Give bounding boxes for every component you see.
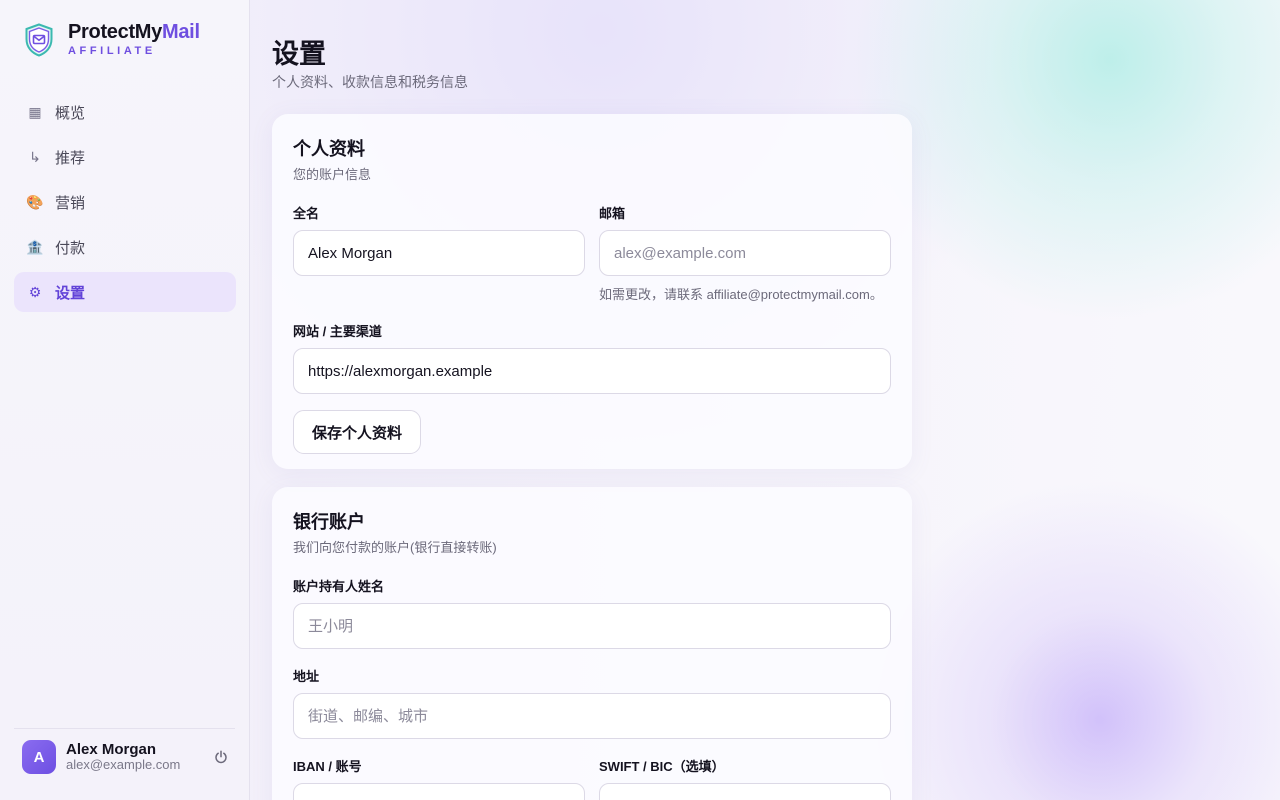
sidebar-item-payouts[interactable]: 🏦 付款 — [14, 227, 236, 267]
sidebar-item-label: 设置 — [55, 284, 86, 302]
page-subtitle: 个人资料、收款信息和税务信息 — [272, 74, 468, 90]
brand-name: ProtectMyMail — [68, 21, 200, 43]
gear-icon: ⚙ — [28, 283, 42, 300]
website-label: 网站 / 主要渠道 — [293, 324, 382, 339]
page-title: 设置 — [272, 39, 326, 69]
account-holder-label: 账户持有人姓名 — [293, 579, 385, 594]
power-icon — [215, 750, 227, 764]
sidebar-item-label: 推荐 — [55, 149, 86, 167]
user-card: A Alex Morgan alex@example.com — [22, 740, 230, 774]
address-label: 地址 — [293, 669, 320, 684]
address-input[interactable] — [293, 693, 891, 739]
full-name-label: 全名 — [293, 206, 320, 221]
bank-icon: 🏦 — [26, 238, 44, 255]
account-holder-input[interactable] — [293, 603, 891, 649]
sidebar-item-marketing[interactable]: 🎨 营销 — [14, 182, 236, 222]
swift-label: SWIFT / BIC（选填） — [599, 759, 725, 774]
return-arrow-icon: ↳ — [29, 148, 41, 165]
shield-mail-icon — [25, 23, 53, 57]
email-input[interactable] — [599, 230, 891, 276]
website-input[interactable] — [293, 348, 891, 394]
palette-icon: 🎨 — [26, 193, 44, 210]
sidebar-item-label: 付款 — [55, 239, 86, 257]
sidebar-nav: ▦ 概览 ↳ 推荐 🎨 营销 🏦 付款 ⚙ 设置 — [14, 92, 236, 317]
brand-logo[interactable]: ProtectMyMail AFFILIATE — [24, 22, 200, 57]
bank-account-card: 银行账户 我们向您付款的账户(银行直接转账) 账户持有人姓名 地址 IBAN /… — [272, 487, 912, 800]
profile-card: 个人资料 您的账户信息 全名 邮箱 如需更改，请联系 affiliate@pro… — [272, 114, 912, 469]
email-hint: 如需更改，请联系 affiliate@protectmymail.com。 — [599, 287, 883, 302]
divider — [14, 728, 235, 729]
card-description: 我们向您付款的账户(银行直接转账) — [293, 540, 497, 555]
brand-tagline: AFFILIATE — [68, 45, 156, 57]
avatar: A — [22, 740, 56, 774]
logout-button[interactable] — [212, 748, 230, 766]
grid-icon: ▦ — [28, 103, 42, 120]
sidebar-item-settings[interactable]: ⚙ 设置 — [14, 272, 236, 312]
card-description: 您的账户信息 — [293, 167, 372, 182]
sidebar-item-label: 营销 — [55, 194, 86, 212]
card-title: 银行账户 — [293, 512, 365, 532]
sidebar-item-overview[interactable]: ▦ 概览 — [14, 92, 236, 132]
swift-input[interactable] — [599, 783, 891, 800]
save-profile-button[interactable]: 保存个人资料 — [293, 410, 422, 454]
card-title: 个人资料 — [293, 139, 365, 159]
user-email: alex@example.com — [66, 757, 181, 773]
sidebar-item-label: 概览 — [55, 104, 86, 122]
sidebar-item-referrals[interactable]: ↳ 推荐 — [14, 137, 236, 177]
full-name-input[interactable] — [293, 230, 585, 276]
iban-label: IBAN / 账号 — [293, 759, 362, 774]
email-label: 邮箱 — [599, 206, 626, 221]
sidebar: ProtectMyMail AFFILIATE ▦ 概览 ↳ 推荐 🎨 营销 🏦… — [0, 0, 250, 800]
iban-input[interactable] — [293, 783, 585, 800]
user-name: Alex Morgan — [66, 740, 157, 758]
